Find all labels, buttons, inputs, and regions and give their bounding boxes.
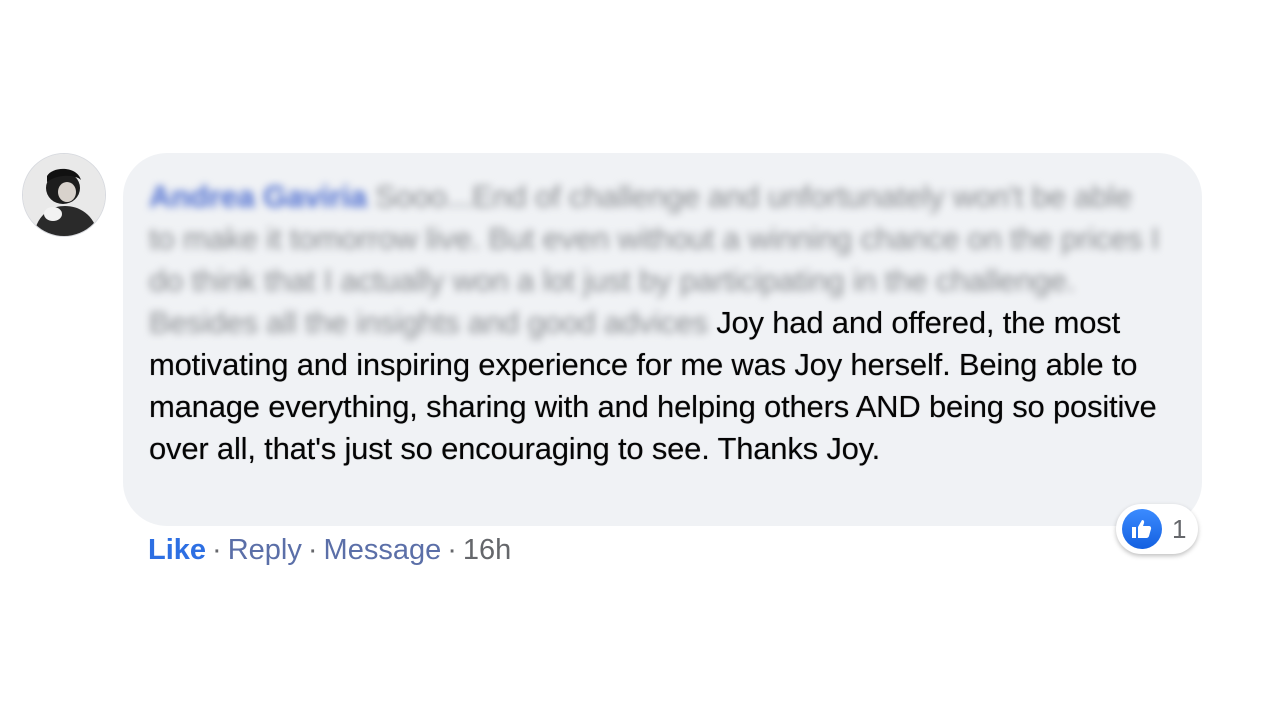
thumbs-up-icon <box>1122 509 1162 549</box>
avatar-image <box>23 154 105 236</box>
separator: · <box>212 534 222 566</box>
reply-button[interactable]: Reply <box>228 534 302 566</box>
reaction-count: 1 <box>1172 513 1187 544</box>
separator: · <box>447 534 457 566</box>
message-button[interactable]: Message <box>324 534 442 566</box>
author-name[interactable]: Andrea Gaviria <box>149 179 367 214</box>
reaction-summary[interactable]: 1 <box>1116 504 1198 554</box>
like-button[interactable]: Like <box>148 534 206 566</box>
comment-actions: Like · Reply · Message · 16h <box>148 530 511 570</box>
comment: Andrea Gaviria Sooo...End of challenge a… <box>0 0 1280 720</box>
timestamp[interactable]: 16h <box>463 534 511 566</box>
comment-bubble: Andrea Gaviria Sooo...End of challenge a… <box>123 153 1202 526</box>
comment-body: Andrea Gaviria Sooo...End of challenge a… <box>149 176 1162 470</box>
avatar[interactable] <box>22 153 106 237</box>
separator: · <box>307 534 318 566</box>
